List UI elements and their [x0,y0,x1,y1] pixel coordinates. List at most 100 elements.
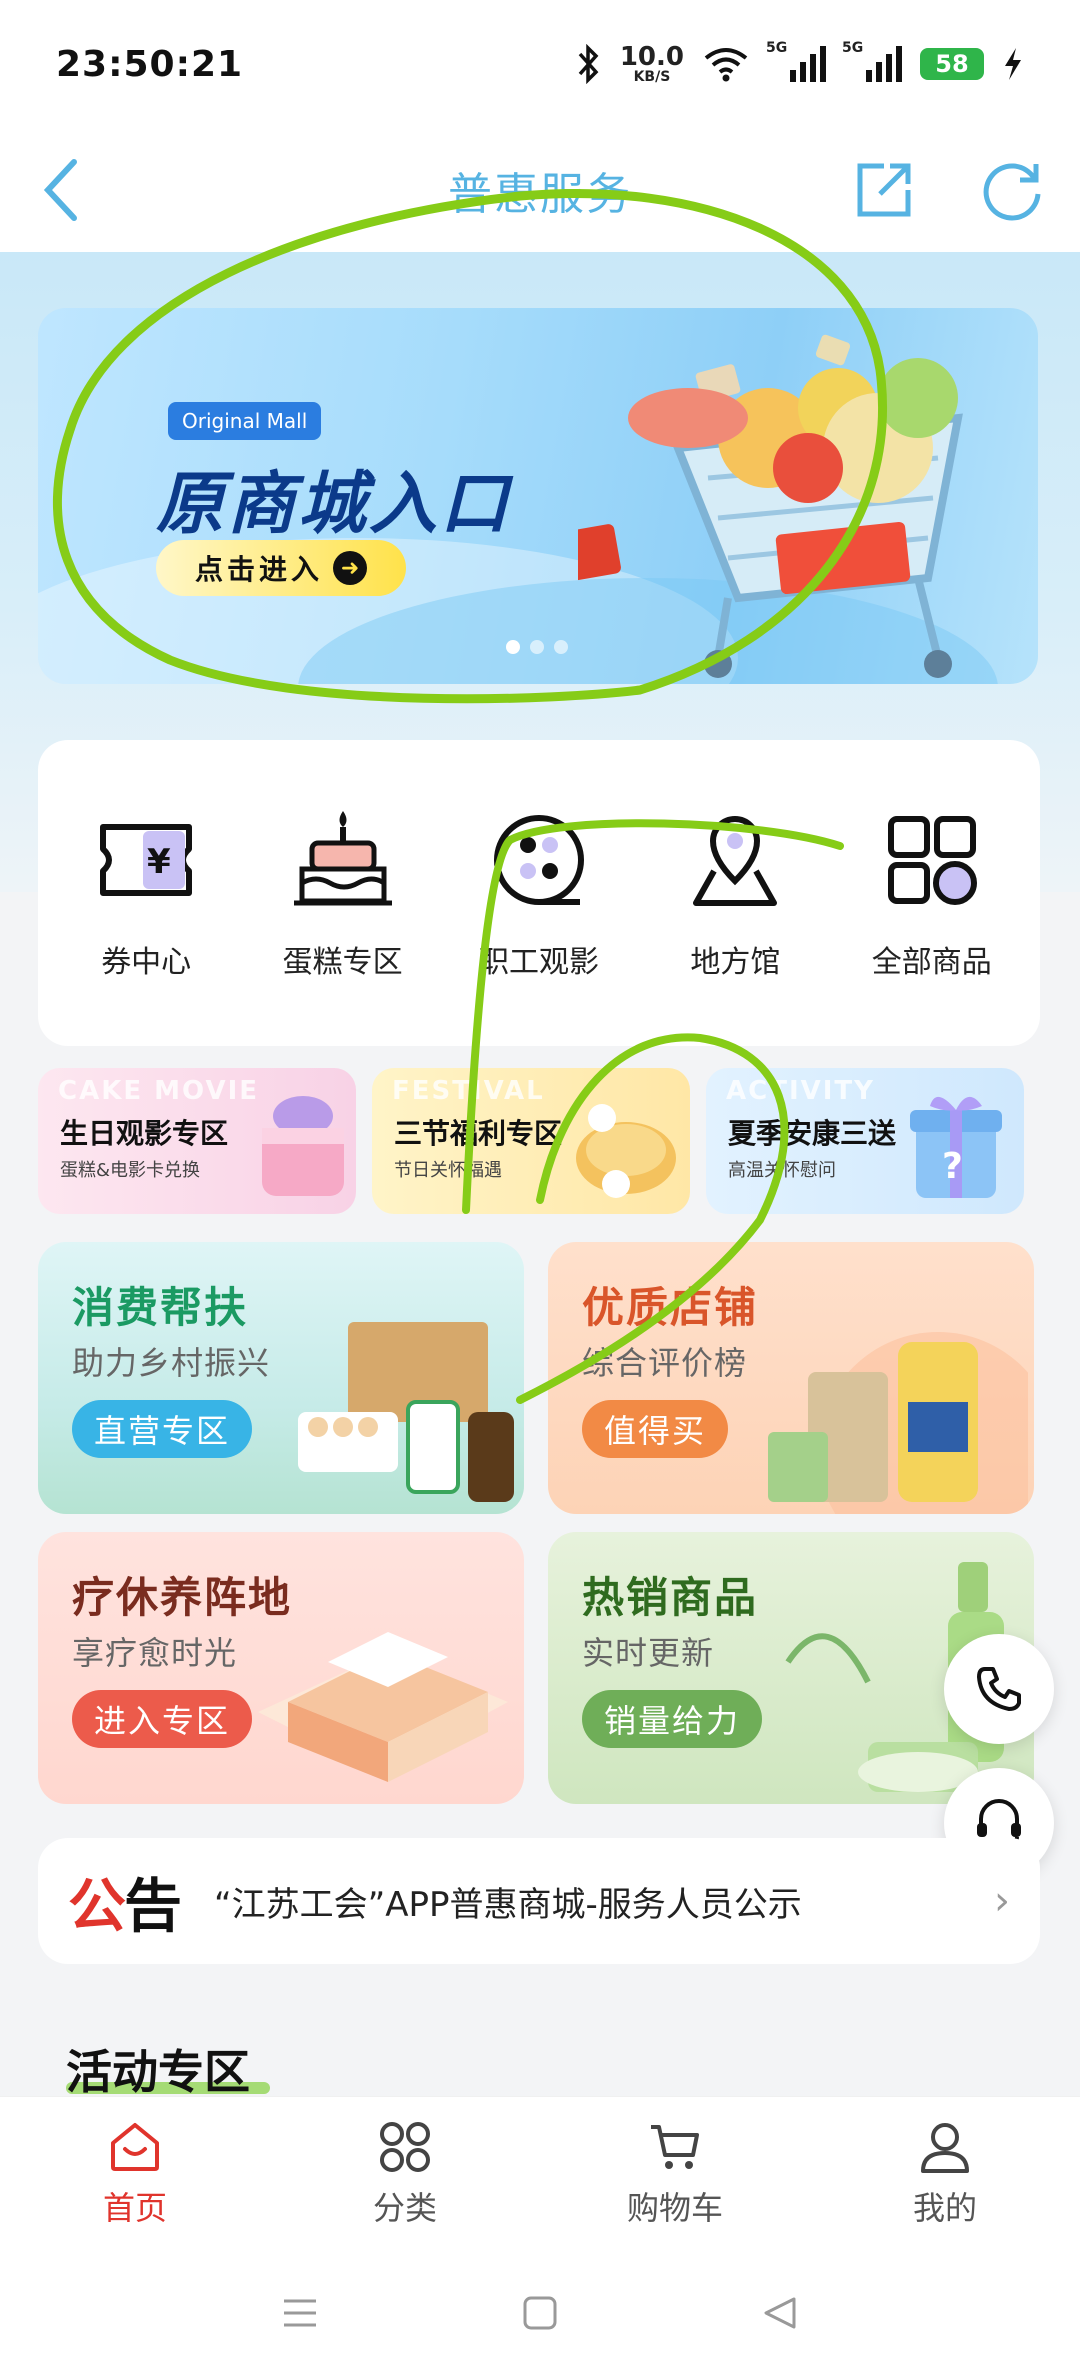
signal-1-icon: 5G [766,40,826,82]
nav-label: 购物车 [626,2188,723,2227]
promo-subtitle: 高温关怀慰问 [728,1160,836,1181]
nav-item-cart[interactable]: 购物车 [575,2119,775,2229]
back-button[interactable] [26,154,98,226]
category-item-local[interactable]: 地方馆 [640,805,830,981]
mooncake-illustration [576,1104,676,1198]
announcement-badge: 公告 [68,1872,182,1940]
category-item-cake[interactable]: 蛋糕专区 [248,805,438,981]
promo-birthday-movie[interactable]: CAKE MOVIE 生日观影专区 蛋糕&电影卡兑换 [38,1068,356,1214]
status-bar: 23:50:21 10.0 KB/S 5G 5G 58 [0,0,1080,128]
svg-text:¥: ¥ [147,842,171,882]
tile-button[interactable]: 销量给力 [582,1690,763,1748]
movie-icon [493,815,584,905]
goods-illustration [298,1322,514,1502]
promo-subtitle: 节日关怀福遇 [394,1160,502,1181]
banner-enter-label: 点击进入 [194,553,323,586]
carousel-dot[interactable] [554,640,568,654]
announcement-bar[interactable]: 公告 “江苏工会”APP普惠商城-服务人员公示 › [38,1838,1040,1964]
tile-button[interactable]: 进入专区 [72,1690,253,1748]
category-item-coupon[interactable]: ¥ 券中心 [51,805,241,981]
svg-text:?: ? [942,1146,963,1187]
carousel-dot[interactable] [530,640,544,654]
building-illustration [258,1632,508,1782]
promo-title: 三节福利专区 [394,1117,563,1150]
category-grid: ¥ 券中心 蛋糕专区 职工观影 地方馆 全部商品 [38,740,1040,1046]
menu-icon[interactable] [280,2293,320,2333]
tile-button[interactable]: 值得买 [582,1400,729,1458]
section-title: 活动专区 [66,2045,250,2099]
carousel-indicator [506,640,568,654]
user-icon [921,2122,969,2173]
promo-title: 夏季安康三送 [728,1117,897,1150]
status-time: 23:50:21 [56,43,244,85]
tile-title: 优质店铺 [582,1283,759,1332]
tile-title: 消费帮扶 [72,1283,249,1332]
nav-item-home[interactable]: 首页 [35,2119,235,2229]
tile-recuperation[interactable]: 疗休养阵地 享疗愈时光 进入专区 [38,1532,524,1804]
promo-watermark: ACTIVITY [726,1076,875,1106]
nav-label: 我的 [912,2188,977,2227]
promo-summer[interactable]: ACTIVITY 夏季安康三送 高温关怀慰问 ? [706,1068,1024,1214]
coupon-icon: ¥ [100,824,193,896]
shopping-cart-illustration [578,334,963,678]
category-label: 券中心 [101,945,192,980]
cart-icon [651,2124,699,2169]
net-speed: 10.0 KB/S [619,42,684,85]
tile-subtitle: 实时更新 [582,1634,715,1672]
charging-icon [1005,48,1021,80]
refresh-icon [983,163,1041,221]
category-item-all[interactable]: 全部商品 [837,805,1027,981]
category-item-movie[interactable]: 职工观影 [444,805,634,981]
tile-consumption-support[interactable]: 消费帮扶 助力乡村振兴 直营专区 [38,1242,524,1514]
page-title: 普惠服务 [448,169,632,220]
banner-enter-button[interactable]: 点击进入 ➜ [156,540,406,596]
share-button[interactable] [848,154,920,226]
home-square-icon[interactable] [520,2293,560,2333]
all-products-icon [887,816,977,905]
back-triangle-icon[interactable] [760,2293,800,2333]
announcement-text: “江苏工会”APP普惠商城-服务人员公示 [214,1884,802,1925]
nav-item-profile[interactable]: 我的 [845,2119,1045,2229]
promo-watermark: FESTIVAL [392,1076,545,1106]
arrow-right-icon: ➜ [333,551,367,585]
tile-subtitle: 综合评价榜 [582,1344,748,1382]
tile-subtitle: 享疗愈时光 [72,1634,238,1672]
chevron-right-icon: › [994,1878,1010,1924]
banner-carousel[interactable]: Original Mall 原商城入口 点击进入 ➜ [38,308,1038,684]
promo-watermark: CAKE MOVIE [58,1076,259,1106]
category-icon [380,2121,430,2172]
chevron-left-icon [43,159,77,221]
tile-button[interactable]: 直营专区 [72,1400,253,1458]
refresh-button[interactable] [976,154,1048,226]
bottom-nav: 首页 分类 购物车 我的 [0,2096,1080,2250]
app-header: 普惠服务 [0,128,1080,252]
category-label: 蛋糕专区 [282,945,403,980]
promo-festival[interactable]: FESTIVAL 三节福利专区 节日关怀福遇 [372,1068,690,1214]
status-icons: 10.0 KB/S 5G 5G 58 [576,40,1024,85]
nav-label: 首页 [102,2188,167,2227]
banner-tag: Original Mall [168,402,322,440]
phone-icon [977,1667,1021,1711]
category-label: 职工观影 [478,945,599,980]
groceries-illustration [768,1332,1028,1514]
phone-button[interactable] [944,1634,1054,1744]
location-icon [693,815,778,906]
cake-illustration [262,1096,344,1196]
home-icon [111,2122,159,2171]
tile-quality-stores[interactable]: 优质店铺 综合评价榜 值得买 [548,1242,1034,1514]
carousel-dot[interactable] [506,640,520,654]
banner-title: 原商城入口 [156,465,512,544]
nav-item-category[interactable]: 分类 [305,2119,505,2229]
promo-subtitle: 蛋糕&电影卡兑换 [60,1160,201,1181]
share-icon [857,163,911,217]
cake-icon [293,811,392,906]
wifi-icon [704,48,748,82]
signal-2-icon: 5G [842,40,902,82]
nav-label: 分类 [372,2188,437,2227]
gift-box-illustration: ? [910,1096,1002,1198]
promo-title: 生日观影专区 [60,1117,229,1150]
bluetooth-icon [578,44,599,84]
tile-subtitle: 助力乡村振兴 [72,1344,271,1382]
system-navigation-bar [0,2250,1080,2376]
tile-title: 热销商品 [582,1573,759,1622]
